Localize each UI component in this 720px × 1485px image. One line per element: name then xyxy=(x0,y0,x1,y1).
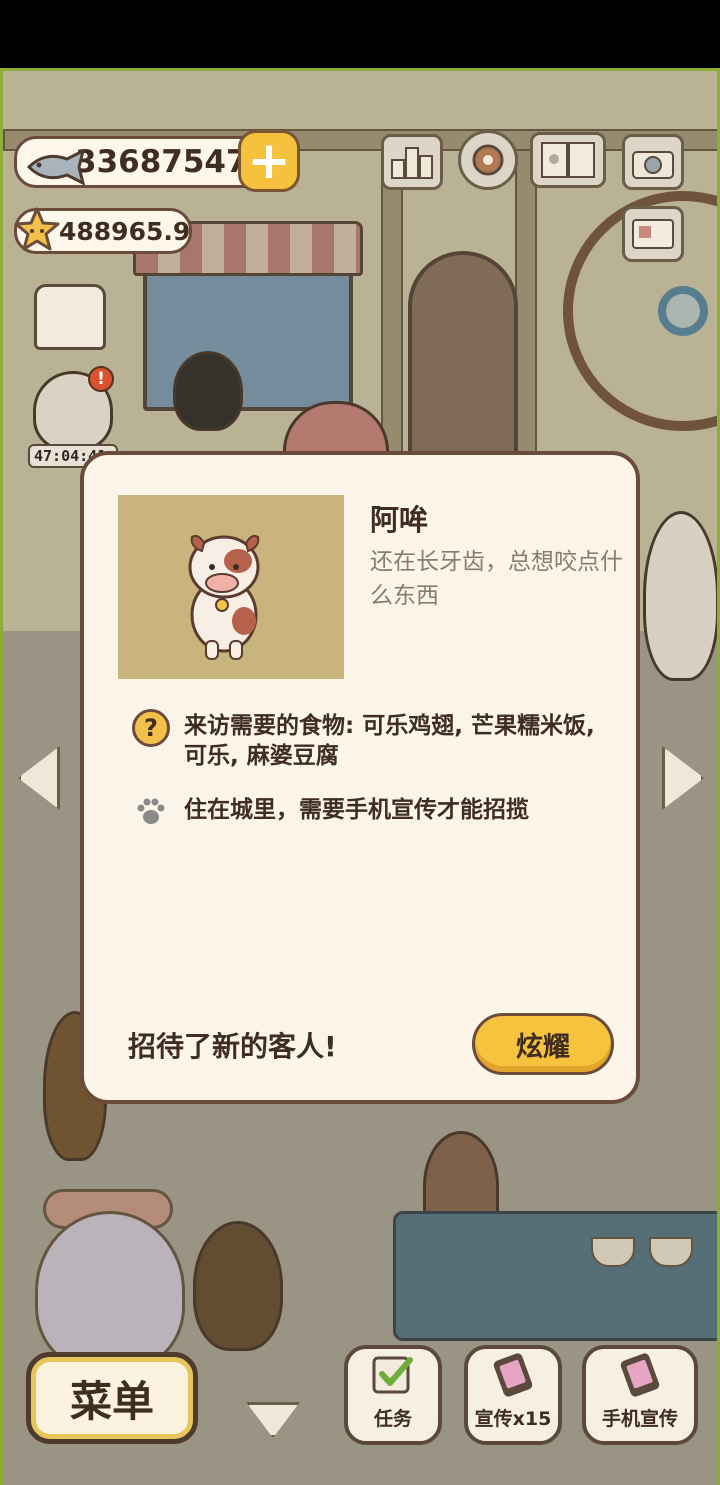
guest-portrait xyxy=(118,495,344,679)
recruit-hint-text: 住在城里，需要手机宣传才能招揽 xyxy=(184,797,529,823)
add-currency-button[interactable]: + xyxy=(238,130,300,192)
recruit-hint-row: 住在城里，需要手机宣传才能招揽 xyxy=(132,795,614,827)
question-mark-icon: ? xyxy=(132,709,170,747)
postcard-icon[interactable] xyxy=(622,206,684,262)
paw-print-icon xyxy=(137,798,165,824)
show-off-button[interactable]: 炫耀 xyxy=(472,1013,614,1075)
shop-icon[interactable] xyxy=(34,284,106,350)
star-icon xyxy=(14,207,60,251)
cow-character-image xyxy=(188,534,260,660)
new-guest-message: 招待了新的客人! xyxy=(128,1030,337,1063)
task-label: 任务 xyxy=(373,1408,412,1430)
camera-icon[interactable] xyxy=(622,134,684,190)
ranking-icon[interactable] xyxy=(381,134,443,190)
food-requirement-text: 来访需要的食物: 可乐鸡翅, 芒果糯米饭, 可乐, 麻婆豆腐 xyxy=(184,713,595,769)
phone-promotion-label: 手机宣传 xyxy=(601,1408,678,1430)
smartphone-icon xyxy=(620,1353,660,1397)
alert-badge: ! xyxy=(88,366,114,392)
star-counter: 488965.9 xyxy=(14,207,192,254)
food-requirement-row: ? 来访需要的食物: 可乐鸡翅, 芒果糯米饭, 可乐, 麻婆豆腐 xyxy=(132,709,614,771)
fish-icon xyxy=(26,149,86,185)
fish-currency-counter: 33687547 xyxy=(14,136,274,188)
checkbox-icon xyxy=(372,1356,413,1394)
settings-gear-icon[interactable] xyxy=(458,130,518,190)
album-book-icon[interactable] xyxy=(530,132,606,188)
star-count: 488965.9 xyxy=(59,216,191,246)
fish-count: 33687547 xyxy=(75,144,248,180)
phone-promotion-button[interactable]: 手机宣传 xyxy=(582,1345,698,1445)
guest-description: 还在长牙齿，总想咬点什么东西 xyxy=(370,549,623,609)
phone-flyer-icon xyxy=(493,1353,533,1397)
promotion-label: 宣传x15 xyxy=(474,1408,552,1430)
task-button[interactable]: 任务 xyxy=(344,1345,442,1445)
new-guest-dialog: 阿哞 还在长牙齿，总想咬点什么东西 ? 来访需要的食物: 可乐鸡翅, 芒果糯米饭… xyxy=(80,451,640,1104)
status-bar xyxy=(0,0,720,68)
promotion-button[interactable]: 宣传x15 xyxy=(464,1345,562,1445)
guest-name: 阿哞 xyxy=(370,503,429,537)
menu-button[interactable]: 菜单 xyxy=(26,1352,198,1444)
